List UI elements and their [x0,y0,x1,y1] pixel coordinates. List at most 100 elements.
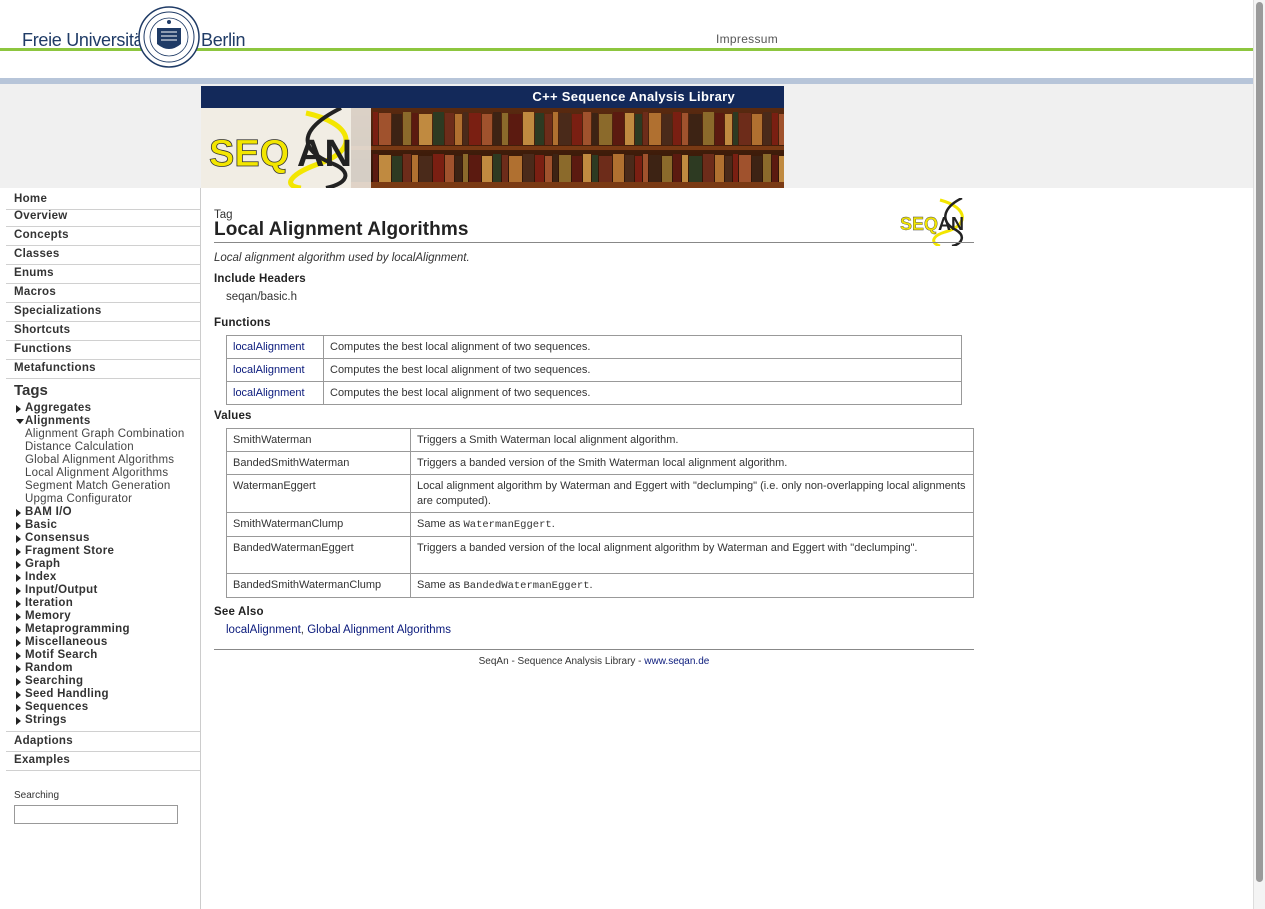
nav-item-macros[interactable]: Macros [6,284,200,303]
collapsed-triangle-icon[interactable] [16,626,21,634]
bookshelf-banner-image: SEQ AN [201,108,784,188]
value-description: Triggers a banded version of the local a… [410,536,974,574]
tag-basic[interactable]: Basic [25,519,57,532]
collapsed-triangle-icon[interactable] [16,587,21,595]
scrollbar-thumb[interactable] [1256,2,1263,882]
include-file: seqan/basic.h [226,291,297,303]
tag-child-segment-match-generation[interactable]: Segment Match Generation [25,480,170,493]
tag-fragment-store[interactable]: Fragment Store [25,545,114,558]
collapsed-triangle-icon[interactable] [16,613,21,621]
tag-child-local-alignment-algorithms[interactable]: Local Alignment Algorithms [25,467,168,480]
collapsed-triangle-icon[interactable] [16,509,21,517]
vertical-scrollbar[interactable] [1253,0,1265,909]
collapsed-triangle-icon[interactable] [16,548,21,556]
function-row: localAlignment Computes the best local al… [226,335,962,359]
tag-random[interactable]: Random [25,662,73,675]
value-name: WatermanEggert [226,474,411,513]
tag-memory[interactable]: Memory [25,610,71,623]
function-row: localAlignment Computes the best local al… [226,381,962,405]
tag-searching[interactable]: Searching [25,675,83,688]
collapsed-triangle-icon[interactable] [16,639,21,647]
value-code-ref: WatermanEggert [463,519,552,531]
collapsed-triangle-icon[interactable] [16,678,21,686]
value-name: BandedSmithWaterman [226,451,411,475]
expanded-triangle-icon[interactable] [16,419,24,424]
svg-text:SEQ: SEQ [900,214,938,234]
tag-consensus[interactable]: Consensus [25,532,90,545]
tag-alignments[interactable]: Alignments [25,415,91,428]
footer-seqan-link[interactable]: www.seqan.de [644,656,709,667]
nav-item-examples[interactable]: Examples [6,752,200,771]
function-name-cell: localAlignment [226,358,324,382]
value-description-text: Local alignment algorithm by Waterman an… [417,480,966,507]
site-header: Freie Universität Berlin Impressum [0,0,1253,78]
function-link[interactable]: localAlignment [233,364,305,376]
collapsed-triangle-icon[interactable] [16,600,21,608]
function-link[interactable]: localAlignment [233,387,305,399]
collapsed-triangle-icon[interactable] [16,665,21,673]
seqan-banner: C++ Sequence Analysis Library SEQ AN [201,86,784,188]
tag-graph[interactable]: Graph [25,558,60,571]
collapsed-triangle-icon[interactable] [16,535,21,543]
nav-item-shortcuts[interactable]: Shortcuts [6,322,200,341]
function-row: localAlignment Computes the best local al… [226,358,962,382]
collapsed-triangle-icon[interactable] [16,717,21,725]
impressum-link[interactable]: Impressum [716,32,778,46]
seqan-small-logo-icon: SEQ AN [900,198,964,246]
tag-iteration[interactable]: Iteration [25,597,73,610]
function-description: Computes the best local alignment of two… [323,335,962,359]
tag-input-output[interactable]: Input/Output [25,584,98,597]
nav-item-functions[interactable]: Functions [6,341,200,360]
collapsed-triangle-icon[interactable] [16,561,21,569]
title-divider [214,242,974,243]
functions-heading: Functions [214,317,271,329]
nav-item-specializations[interactable]: Specializations [6,303,200,322]
value-name: BandedSmithWatermanClump [226,573,411,598]
collapsed-triangle-icon[interactable] [16,522,21,530]
collapsed-triangle-icon[interactable] [16,704,21,712]
nav-item-overview[interactable]: Overview [6,208,200,227]
nav-item-adaptions[interactable]: Adaptions [6,733,200,752]
university-name-right: Berlin [201,30,246,50]
value-row: WatermanEggert Local alignment algorithm … [226,474,974,513]
see-also-link-localalignment[interactable]: localAlignment [226,624,301,636]
value-row: BandedSmithWaterman Triggers a banded ver… [226,451,974,475]
tag-child-distance-calculation[interactable]: Distance Calculation [25,441,134,454]
collapsed-triangle-icon[interactable] [16,574,21,582]
tag-motif-search[interactable]: Motif Search [25,649,98,662]
tag-strings[interactable]: Strings [25,714,67,727]
nav-item-concepts[interactable]: Concepts [6,227,200,246]
search-label: Searching [14,790,60,801]
function-link[interactable]: localAlignment [233,341,305,353]
tag-child-alignment-graph-combination[interactable]: Alignment Graph Combination [25,428,184,441]
nav-item-classes[interactable]: Classes [6,246,200,265]
tag-child-upgma-configurator[interactable]: Upgma Configurator [25,493,132,506]
search-input[interactable] [14,805,178,824]
include-headers-heading: Include Headers [214,273,306,285]
function-name-cell: localAlignment [226,381,324,405]
value-code-ref: BandedWatermanEggert [463,580,590,592]
nav-item-metafunctions[interactable]: Metafunctions [6,360,200,379]
footer-text: SeqAn - Sequence Analysis Library - [478,656,645,667]
tag-metaprogramming[interactable]: Metaprogramming [25,623,130,636]
functions-table: localAlignment Computes the best local al… [226,335,962,405]
university-seal-icon[interactable] [138,6,200,68]
tag-sequences[interactable]: Sequences [25,701,88,714]
university-name-left: Freie Universität [22,30,148,50]
nav-item-enums[interactable]: Enums [6,265,200,284]
tag-seed-handling[interactable]: Seed Handling [25,688,109,701]
see-also-link-global-alignment-algorithms[interactable]: Global Alignment Algorithms [307,624,451,636]
tag-miscellaneous[interactable]: Miscellaneous [25,636,108,649]
collapsed-triangle-icon[interactable] [16,652,21,660]
tag-index[interactable]: Index [25,571,57,584]
collapsed-triangle-icon[interactable] [16,405,21,413]
value-name: SmithWaterman [226,428,411,452]
banner-subtitle: C++ Sequence Analysis Library [201,86,784,108]
tag-aggregates[interactable]: Aggregates [25,402,91,415]
value-description: Local alignment algorithm by Waterman an… [410,474,974,513]
collapsed-triangle-icon[interactable] [16,691,21,699]
tag-child-global-alignment-algorithms[interactable]: Global Alignment Algorithms [25,454,174,467]
see-also-links: localAlignment, Global Alignment Algorit… [226,624,451,636]
tag-bam-i-o[interactable]: BAM I/O [25,506,72,519]
value-name: BandedWatermanEggert [226,536,411,574]
